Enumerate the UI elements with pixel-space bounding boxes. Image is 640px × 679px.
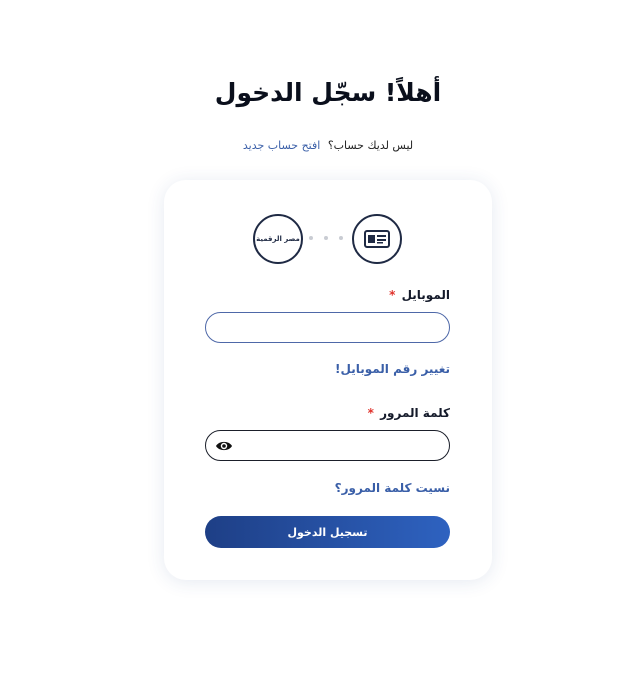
forgot-password-link[interactable]: نسيت كلمة المرور؟ [335, 481, 450, 495]
password-label-text: كلمة المرور [380, 406, 450, 420]
required-mark: * [389, 288, 396, 302]
signup-prompt: ليس لديك حساب؟ افتح حساب جديد [0, 139, 640, 152]
login-button[interactable]: تسجيل الدخول [205, 516, 450, 548]
mobile-input[interactable] [205, 312, 450, 343]
login-card: مصر الرقمية الموبايل * تغيير رقم الموباي… [164, 180, 492, 580]
change-mobile-link[interactable]: تغيير رقم الموبايل! [335, 362, 450, 376]
step-connector-dots [309, 236, 343, 240]
dot [324, 236, 328, 240]
login-method-stepper: مصر الرقمية [164, 214, 492, 264]
password-label: كلمة المرور * [368, 406, 450, 420]
digital-egypt-label: مصر الرقمية [256, 235, 300, 243]
step-id-card[interactable] [352, 214, 402, 264]
password-input[interactable] [205, 430, 450, 461]
login-page: أهلاً! سجّل الدخول ليس لديك حساب؟ افتح ح… [0, 0, 640, 679]
page-title: أهلاً! سجّل الدخول [214, 78, 442, 107]
no-account-text: ليس لديك حساب؟ [327, 139, 414, 152]
eye-icon[interactable] [215, 439, 233, 453]
required-mark: * [367, 406, 374, 420]
mobile-label-text: الموبايل [401, 288, 450, 302]
step-digital-egypt[interactable]: مصر الرقمية [253, 214, 303, 264]
dot [309, 236, 313, 240]
id-card-icon [364, 230, 390, 248]
signup-link[interactable]: افتح حساب جديد [243, 139, 320, 152]
mobile-label: الموبايل * [389, 288, 450, 302]
dot [339, 236, 343, 240]
